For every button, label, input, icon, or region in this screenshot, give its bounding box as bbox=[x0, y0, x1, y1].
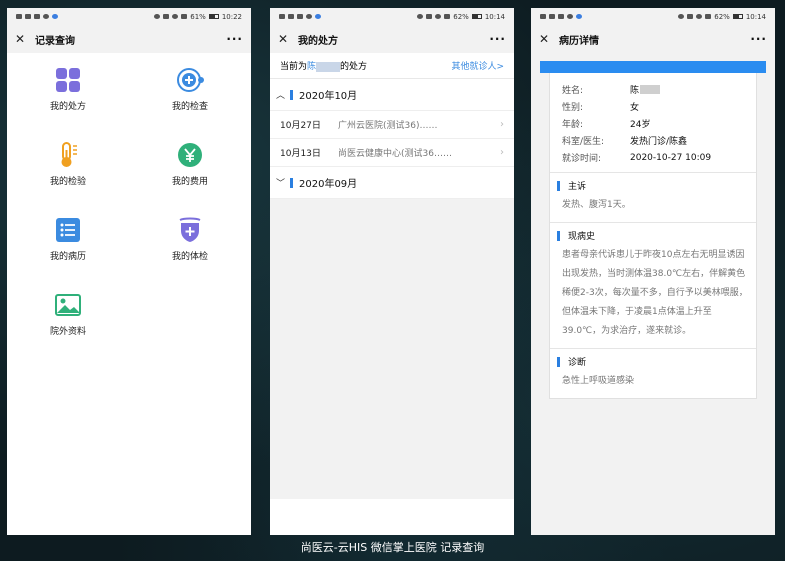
close-icon[interactable]: ✕ bbox=[278, 32, 290, 46]
section-marker bbox=[557, 356, 560, 367]
section-marker bbox=[557, 230, 560, 241]
info-row: 就诊时间: 2020-10-27 10:09 bbox=[562, 152, 712, 165]
clock: 10:14 bbox=[745, 12, 766, 21]
menu-label: 院外资料 bbox=[49, 327, 86, 337]
phone-screen-record-detail: 62% 10:14 ✕ 病历详情 ··· 姓名: 陈 性别: 女 年龄: 24岁 科室/… bbox=[531, 8, 775, 535]
clock: 10:14 bbox=[484, 12, 505, 21]
image-icon bbox=[55, 292, 81, 318]
visit-row[interactable]: 10月13日 尚医云健康中心(测试36…… › bbox=[270, 139, 514, 167]
other-patient-link[interactable]: 其他就诊人> bbox=[451, 59, 504, 72]
page-title: 病历详情 bbox=[559, 35, 599, 47]
thermometer-icon bbox=[55, 142, 81, 168]
menu-item-fees[interactable]: 我的费用 bbox=[129, 136, 251, 211]
empty-area bbox=[270, 199, 514, 499]
masked-name bbox=[640, 85, 661, 94]
menu-item-lab[interactable]: 我的检验 bbox=[7, 136, 129, 211]
list-document-icon bbox=[55, 217, 81, 243]
grid-apps-icon bbox=[55, 67, 81, 93]
section-body: 急性上呼吸道感染 bbox=[562, 376, 635, 386]
section-diagnosis: 诊断 急性上呼吸道感染 bbox=[550, 348, 756, 398]
clock: 10:22 bbox=[221, 12, 242, 21]
patient-info: 姓名: 陈 性别: 女 年龄: 24岁 科室/医生: 发热门诊/陈鑫 就诊时间: 2020… bbox=[550, 73, 756, 172]
chevron-down-icon: ﹀ bbox=[276, 179, 286, 189]
phone-screen-prescriptions: 62% 10:14 ✕ 我的处方 ··· 当前为陈 的处方 其他就诊人> ︿ 202… bbox=[270, 8, 514, 535]
section-chief-complaint: 主诉 发热、腹泻1天。 bbox=[550, 172, 756, 222]
info-row: 性别: 女 bbox=[562, 103, 640, 113]
menu-label: 我的病历 bbox=[49, 252, 86, 262]
menu-item-exam[interactable]: 我的检查 bbox=[129, 61, 251, 136]
header-ribbon bbox=[540, 61, 766, 73]
title-bar: ✕ 病历详情 ··· bbox=[531, 25, 775, 53]
title-bar: ✕ 我的处方 ··· bbox=[270, 25, 514, 53]
more-icon[interactable]: ··· bbox=[226, 32, 243, 46]
title-bar: ✕ 记录查询 ··· bbox=[7, 25, 251, 53]
section-body: 患者母亲代诉患儿于昨夜10点左右无明显诱因出现发热，当时测体温38.0℃左右，伴… bbox=[562, 250, 748, 336]
month-label: 2020年10月 bbox=[299, 91, 358, 102]
menu-item-checkup[interactable]: 我的体检 bbox=[129, 211, 251, 286]
plus-circle-icon bbox=[177, 67, 204, 93]
section-marker bbox=[290, 177, 293, 188]
menu-label: 我的处方 bbox=[49, 102, 86, 112]
chevron-right-icon: › bbox=[500, 147, 504, 158]
visit-date: 10月13日 bbox=[280, 149, 321, 159]
section-title: 主诉 bbox=[568, 182, 587, 192]
visit-row[interactable]: 10月27日 广州云医院(测试36)…… › bbox=[270, 111, 514, 139]
visit-date: 10月27日 bbox=[280, 121, 321, 131]
info-row: 姓名: 陈 bbox=[562, 81, 756, 98]
record-card: 姓名: 陈 性别: 女 年龄: 24岁 科室/医生: 发热门诊/陈鑫 就诊时间: 2020… bbox=[549, 73, 757, 399]
menu-item-external-docs[interactable]: 院外资料 bbox=[7, 286, 129, 361]
battery-level: 62% bbox=[714, 12, 730, 21]
menu-label: 我的体检 bbox=[171, 252, 208, 262]
masked-name bbox=[316, 61, 341, 72]
month-header[interactable]: ︿ 2020年10月 bbox=[270, 79, 514, 111]
month-label: 2020年09月 bbox=[299, 179, 358, 190]
current-patient-text: 当前为陈 的处方 bbox=[280, 61, 368, 72]
section-marker bbox=[290, 89, 293, 100]
shield-plus-icon bbox=[177, 217, 203, 243]
page-title: 记录查询 bbox=[35, 35, 75, 47]
menu-label: 我的检验 bbox=[49, 177, 86, 187]
info-row: 年龄: 24岁 bbox=[562, 120, 651, 130]
battery-level: 62% bbox=[453, 12, 469, 21]
page-title: 我的处方 bbox=[298, 35, 338, 47]
phone-screen-records: 61% 10:22 ✕ 记录查询 ··· 我的处方 我的检查 我的检验 我的费用… bbox=[7, 8, 251, 535]
status-bar: 62% 10:14 bbox=[531, 8, 775, 25]
chevron-up-icon: ︿ bbox=[276, 91, 286, 101]
visit-hospital: 广州云医院(测试36)…… bbox=[338, 121, 438, 131]
visit-hospital: 尚医云健康中心(测试36…… bbox=[338, 149, 452, 159]
section-marker bbox=[557, 180, 560, 191]
current-patient-bar: 当前为陈 的处方 其他就诊人> bbox=[270, 53, 514, 79]
section-title: 现病史 bbox=[568, 232, 596, 242]
chevron-right-icon: › bbox=[500, 119, 504, 130]
menu-item-prescription[interactable]: 我的处方 bbox=[7, 61, 129, 136]
menu-label: 我的检查 bbox=[171, 102, 208, 112]
section-present-illness: 现病史 患者母亲代诉患儿于昨夜10点左右无明显诱因出现发热，当时测体温38.0℃… bbox=[550, 222, 756, 348]
battery-icon bbox=[208, 14, 219, 19]
section-title: 诊断 bbox=[568, 358, 587, 368]
battery-icon bbox=[471, 14, 482, 19]
menu-label: 我的费用 bbox=[171, 177, 208, 187]
records-menu: 我的处方 我的检查 我的检验 我的费用 我的病历 我的体检 院外资料 bbox=[7, 53, 251, 361]
close-icon[interactable]: ✕ bbox=[539, 32, 551, 46]
yuan-coin-icon bbox=[177, 142, 203, 168]
battery-level: 61% bbox=[190, 12, 206, 21]
battery-icon bbox=[732, 14, 743, 19]
section-body: 发热、腹泻1天。 bbox=[562, 200, 631, 210]
caption: 尚医云-云HIS 微信掌上医院 记录查询 bbox=[300, 541, 485, 554]
status-bar: 61% 10:22 bbox=[7, 8, 251, 25]
status-bar: 62% 10:14 bbox=[270, 8, 514, 25]
info-row: 科室/医生: 发热门诊/陈鑫 bbox=[562, 137, 688, 147]
month-header[interactable]: ﹀ 2020年09月 bbox=[270, 167, 514, 199]
close-icon[interactable]: ✕ bbox=[15, 32, 27, 46]
menu-item-medical-record[interactable]: 我的病历 bbox=[7, 211, 129, 286]
more-icon[interactable]: ··· bbox=[489, 32, 506, 46]
more-icon[interactable]: ··· bbox=[750, 32, 767, 46]
